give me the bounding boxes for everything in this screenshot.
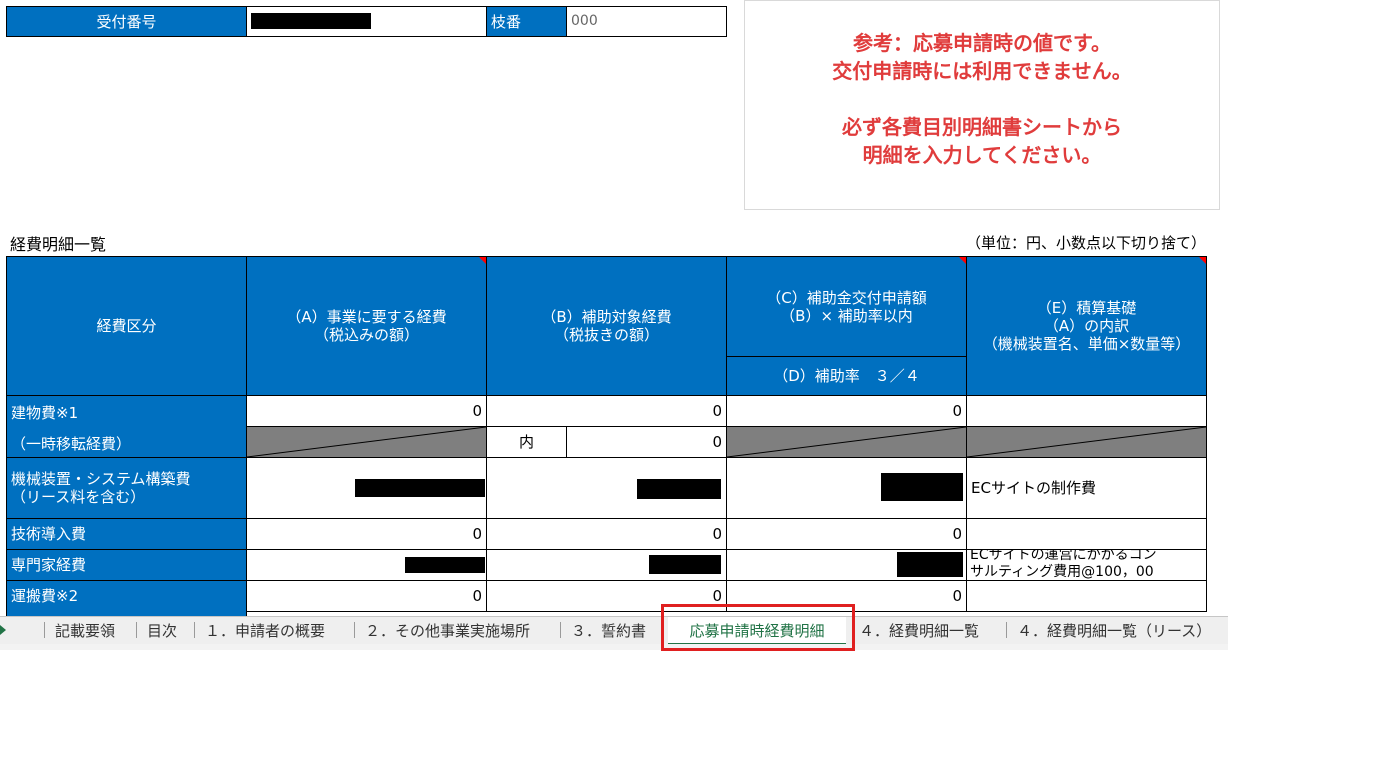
header-category: 経費区分 bbox=[6, 256, 247, 396]
receipt-number-value[interactable] bbox=[246, 6, 487, 37]
expert-e-line2: サルティング費用@100，00 bbox=[970, 564, 1154, 580]
tab-toc[interactable]: 目次 bbox=[147, 617, 177, 643]
machinery-b[interactable]: 0 bbox=[486, 457, 727, 519]
expert-b[interactable]: 0 bbox=[486, 549, 727, 581]
machinery-a[interactable] bbox=[246, 457, 487, 519]
active-tab-highlight bbox=[661, 604, 855, 651]
relocation-label: （一時移転経費） bbox=[11, 435, 132, 453]
header-d-rate: （D）補助率 ３／４ bbox=[726, 356, 967, 396]
relocation-b[interactable]: 0 bbox=[566, 426, 727, 458]
redacted-value bbox=[897, 552, 963, 577]
scroll-right-icon[interactable] bbox=[0, 625, 6, 635]
expert-a[interactable] bbox=[246, 549, 487, 581]
diagonal-line-icon bbox=[727, 427, 966, 457]
redacted-value bbox=[405, 557, 485, 573]
machinery-label-line2: （リース料を含む） bbox=[11, 488, 146, 506]
tab-instructions[interactable]: 記載要領 bbox=[55, 617, 115, 643]
reference-notice: 参考：応募申請時の値です。 交付申請時には利用できません。 必ず各費目別明細書シ… bbox=[744, 0, 1220, 210]
receipt-number-label: 受付番号 bbox=[6, 6, 247, 37]
tab-expense-list-lease[interactable]: ４．経費明細一覧（リース） bbox=[1017, 617, 1211, 643]
machinery-e[interactable]: ECサイトの制作費 bbox=[966, 457, 1207, 519]
section-title: 経費明細一覧 bbox=[10, 235, 107, 254]
notice-line-3 bbox=[745, 85, 1219, 113]
branch-number-label: 枝番 bbox=[486, 6, 567, 37]
tab-pledge[interactable]: ３．誓約書 bbox=[571, 617, 646, 643]
expert-e-line1: ECサイトの運営にかかるコン bbox=[970, 549, 1157, 563]
unit-note: （単位：円、小数点以下切り捨て） bbox=[965, 234, 1206, 252]
technology-a[interactable]: 0 bbox=[246, 518, 487, 550]
notice-line-1: 参考：応募申請時の値です。 bbox=[853, 31, 1111, 55]
category-expert: 専門家経費 bbox=[6, 549, 247, 581]
technology-c[interactable]: 0 bbox=[726, 518, 967, 550]
transport-e[interactable] bbox=[966, 580, 1207, 612]
category-building: 建物費※1 （一時移転経費） bbox=[6, 395, 247, 458]
header-c-line2: （B）× 補助率以内 bbox=[780, 306, 913, 325]
category-machinery: 機械装置・システム構築費 （リース料を含む） bbox=[6, 457, 247, 519]
header-b-line2: （税抜きの額） bbox=[553, 326, 659, 344]
tab-expense-list[interactable]: ４．経費明細一覧 bbox=[859, 617, 979, 643]
expert-e[interactable]: ECサイトの運営にかかるコン サルティング費用@100，00 bbox=[966, 549, 1207, 581]
comment-marker[interactable] bbox=[1199, 257, 1206, 264]
notice-line-5: 明細を入力してください。 bbox=[862, 143, 1102, 167]
tab-other-locations[interactable]: ２．その他事業実施場所 bbox=[365, 617, 530, 643]
diagonal-line-icon bbox=[967, 427, 1206, 457]
header-e-line3: （機械装置名、単価×数量等） bbox=[982, 335, 1191, 353]
header-e-line1: （E）積算基礎 bbox=[1036, 299, 1137, 317]
transport-a[interactable]: 0 bbox=[246, 580, 487, 612]
category-transport: 運搬費※2 bbox=[6, 580, 247, 612]
relocation-e-hatched bbox=[966, 426, 1207, 458]
relocation-c-hatched bbox=[726, 426, 967, 458]
building-b[interactable]: 0 bbox=[486, 395, 727, 427]
header-a-line2: （税込みの額） bbox=[313, 326, 419, 344]
category-technology: 技術導入費 bbox=[6, 518, 247, 550]
notice-line-4: 必ず各費目別明細書シートから bbox=[842, 115, 1122, 139]
header-e: （E）積算基礎 （A）の内訳 （機械装置名、単価×数量等） bbox=[966, 256, 1207, 396]
header-a-line1: （A）事業に要する経費 bbox=[286, 308, 447, 326]
header-c-line1: （C）補助金交付申請額 bbox=[766, 288, 927, 307]
comment-marker[interactable] bbox=[479, 257, 486, 264]
status-strip bbox=[0, 644, 1228, 650]
header-b: （B）補助対象経費 （税抜きの額） bbox=[486, 256, 727, 396]
redacted-value bbox=[355, 479, 485, 497]
comment-marker[interactable] bbox=[959, 257, 966, 264]
diagonal-line-icon bbox=[247, 427, 486, 457]
building-a[interactable]: 0 bbox=[246, 395, 487, 427]
technology-e[interactable] bbox=[966, 518, 1207, 550]
tab-applicant-overview[interactable]: １．申請者の概要 bbox=[205, 617, 325, 643]
header-e-line2: （A）の内訳 bbox=[1043, 317, 1130, 335]
machinery-label-line1: 機械装置・システム構築費 bbox=[11, 470, 191, 488]
technology-b[interactable]: 0 bbox=[486, 518, 727, 550]
redacted-value bbox=[649, 555, 721, 574]
branch-number-value[interactable]: 000 bbox=[566, 6, 727, 37]
header-c: （C）補助金交付申請額 （B）× 補助率以内 bbox=[726, 256, 967, 357]
redacted-value bbox=[881, 473, 963, 501]
header-b-line1: （B）補助対象経費 bbox=[541, 308, 672, 326]
sheet-tab-bar: 記載要領 目次 １．申請者の概要 ２．その他事業実施場所 ３．誓約書 応募申請時… bbox=[0, 616, 1228, 645]
expert-c[interactable]: 0 bbox=[726, 549, 967, 581]
relocation-a-hatched bbox=[246, 426, 487, 458]
relocation-inner-label: 内 bbox=[486, 426, 567, 458]
redacted-value bbox=[637, 479, 721, 499]
building-e[interactable] bbox=[966, 395, 1207, 427]
building-c[interactable]: 0 bbox=[726, 395, 967, 427]
notice-line-2: 交付申請時には利用できません。 bbox=[832, 59, 1132, 83]
redacted-receipt-number bbox=[251, 13, 371, 29]
building-label: 建物費※1 bbox=[11, 404, 79, 422]
machinery-c[interactable] bbox=[726, 457, 967, 519]
header-a: （A）事業に要する経費 （税込みの額） bbox=[246, 256, 487, 396]
